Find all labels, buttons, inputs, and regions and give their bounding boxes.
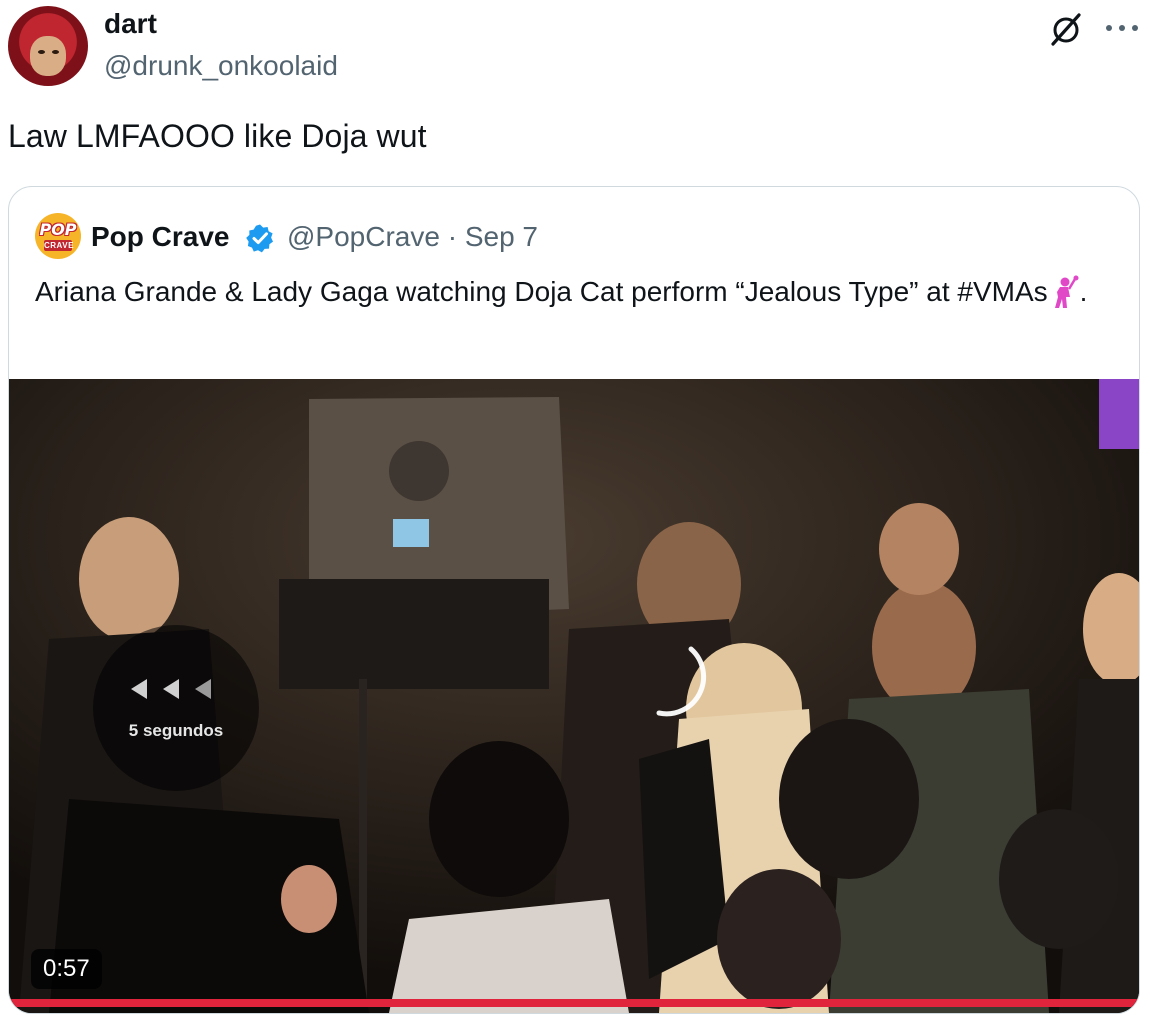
quoted-tweet-text: Ariana Grande & Lady Gaga watching Doja … bbox=[35, 271, 1095, 313]
woman-with-microphone-emoji bbox=[1054, 275, 1079, 308]
author-avatar[interactable] bbox=[8, 6, 88, 86]
loading-spinner-icon bbox=[656, 646, 706, 717]
quoted-text-body: Ariana Grande & Lady Gaga watching Doja … bbox=[35, 276, 1048, 307]
avatar-eye bbox=[38, 50, 45, 54]
video-duration: 0:57 bbox=[31, 949, 102, 989]
avatar-face bbox=[30, 36, 66, 76]
grok-icon[interactable] bbox=[1046, 10, 1086, 50]
quoted-handle-date[interactable]: @PopCrave · Sep 7 bbox=[287, 221, 538, 253]
author-handle[interactable]: @drunk_onkoolaid bbox=[104, 50, 338, 82]
video-progress-bar[interactable] bbox=[9, 999, 1139, 1007]
popcrave-logo[interactable]: POP CRAVE bbox=[35, 213, 81, 259]
tweet-text: Law LMFAOOO like Doja wut bbox=[8, 118, 427, 154]
logo-text-crave: CRAVE bbox=[44, 240, 74, 251]
rewind-icon bbox=[131, 679, 211, 699]
video-progress-fill bbox=[9, 999, 1139, 1007]
verified-badge-icon bbox=[246, 224, 273, 253]
rewind-label: 5 segundos bbox=[128, 721, 224, 740]
quoted-tweet-card[interactable]: POP CRAVE Pop Crave @PopCrave · Sep 7 Ar… bbox=[8, 186, 1140, 1014]
author-name[interactable]: dart bbox=[104, 8, 157, 40]
quoted-text-end: . bbox=[1079, 276, 1088, 307]
quoted-author-name[interactable]: Pop Crave bbox=[91, 221, 230, 253]
more-icon[interactable] bbox=[1104, 22, 1140, 34]
avatar-eye bbox=[52, 50, 59, 54]
logo-text-pop: POP bbox=[39, 220, 77, 239]
video-player[interactable]: 5 segundos 0:57 bbox=[9, 379, 1139, 1013]
rewind-overlay[interactable]: 5 segundos bbox=[93, 625, 259, 791]
